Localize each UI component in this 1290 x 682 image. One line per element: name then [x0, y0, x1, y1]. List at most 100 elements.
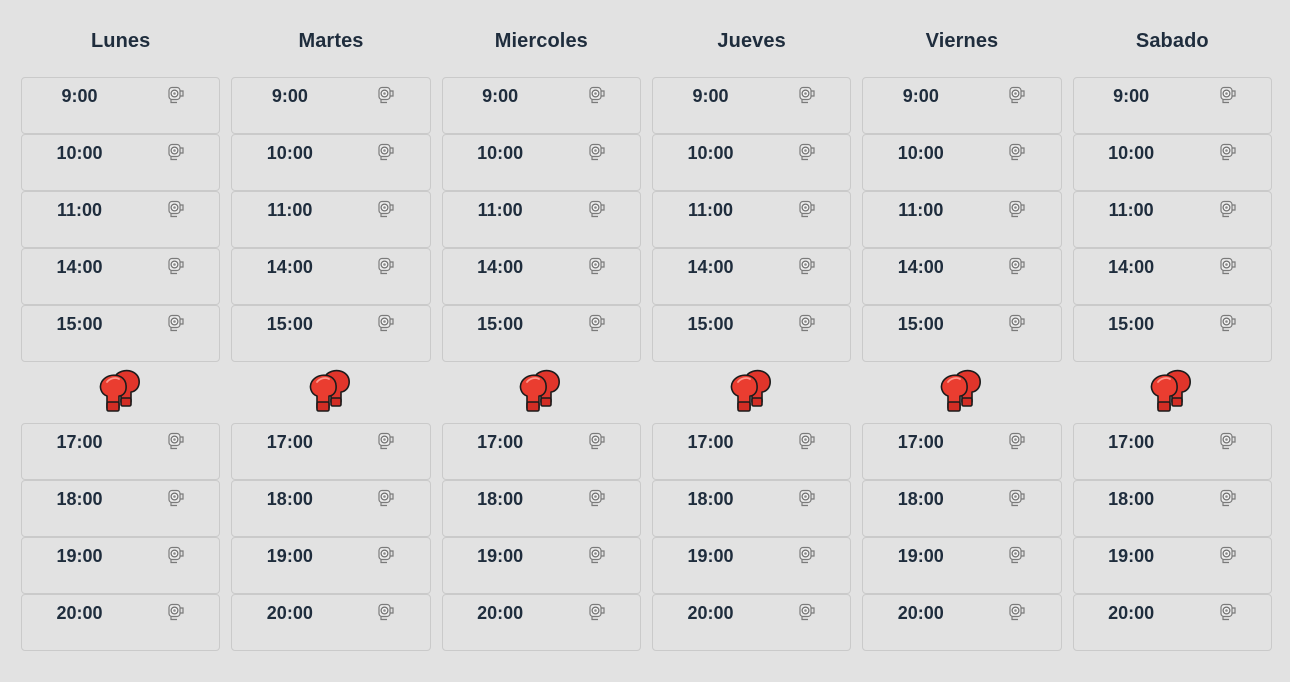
- time-slot[interactable]: 10:00: [651, 134, 852, 191]
- cctv-camera-icon[interactable]: [1007, 488, 1027, 508]
- cctv-camera-icon[interactable]: [166, 431, 186, 451]
- time-slot[interactable]: 17:00: [231, 423, 431, 480]
- time-slot[interactable]: 17:00: [651, 423, 852, 480]
- time-slot[interactable]: 10:00: [231, 134, 431, 191]
- cctv-camera-icon[interactable]: [587, 545, 607, 565]
- cctv-camera-icon[interactable]: [587, 199, 607, 219]
- time-slot[interactable]: 18:00: [651, 480, 852, 537]
- time-slot[interactable]: 18:00: [862, 480, 1062, 537]
- cctv-camera-icon[interactable]: [166, 488, 186, 508]
- cctv-camera-icon[interactable]: [587, 488, 607, 508]
- cctv-camera-icon[interactable]: [166, 313, 186, 333]
- time-slot[interactable]: 15:00: [651, 305, 852, 362]
- time-slot[interactable]: 14:00: [21, 248, 221, 305]
- cctv-camera-icon[interactable]: [587, 85, 607, 105]
- cctv-camera-icon[interactable]: [1218, 488, 1238, 508]
- time-slot[interactable]: 9:00: [21, 77, 221, 134]
- time-slot[interactable]: 11:00: [231, 191, 431, 248]
- cctv-camera-icon[interactable]: [587, 142, 607, 162]
- time-slot[interactable]: 9:00: [651, 77, 852, 134]
- time-slot[interactable]: 10:00: [1072, 134, 1272, 191]
- time-slot[interactable]: 14:00: [862, 248, 1062, 305]
- time-slot[interactable]: 19:00: [862, 537, 1062, 594]
- time-slot[interactable]: 11:00: [1072, 191, 1272, 248]
- time-slot[interactable]: 9:00: [862, 77, 1062, 134]
- cctv-camera-icon[interactable]: [1007, 256, 1027, 276]
- cctv-camera-icon[interactable]: [376, 85, 396, 105]
- time-slot[interactable]: 9:00: [231, 77, 431, 134]
- time-slot[interactable]: 9:00: [1072, 77, 1272, 134]
- cctv-camera-icon[interactable]: [1007, 85, 1027, 105]
- time-slot[interactable]: 18:00: [441, 480, 641, 537]
- time-slot[interactable]: 19:00: [651, 537, 852, 594]
- time-slot[interactable]: 20:00: [862, 594, 1062, 651]
- time-slot[interactable]: 11:00: [651, 191, 852, 248]
- time-slot[interactable]: 15:00: [1072, 305, 1272, 362]
- time-slot[interactable]: 19:00: [21, 537, 221, 594]
- time-slot[interactable]: 15:00: [21, 305, 221, 362]
- time-slot[interactable]: 11:00: [21, 191, 221, 248]
- cctv-camera-icon[interactable]: [376, 431, 396, 451]
- time-slot[interactable]: 15:00: [862, 305, 1062, 362]
- time-slot[interactable]: 18:00: [1072, 480, 1272, 537]
- time-slot[interactable]: 17:00: [862, 423, 1062, 480]
- cctv-camera-icon[interactable]: [1218, 431, 1238, 451]
- cctv-camera-icon[interactable]: [1218, 602, 1238, 622]
- cctv-camera-icon[interactable]: [797, 488, 817, 508]
- time-slot[interactable]: 17:00: [441, 423, 641, 480]
- cctv-camera-icon[interactable]: [376, 142, 396, 162]
- cctv-camera-icon[interactable]: [797, 142, 817, 162]
- cctv-camera-icon[interactable]: [587, 313, 607, 333]
- time-slot[interactable]: 17:00: [1072, 423, 1272, 480]
- time-slot[interactable]: 15:00: [231, 305, 431, 362]
- cctv-camera-icon[interactable]: [166, 142, 186, 162]
- time-slot[interactable]: 14:00: [231, 248, 431, 305]
- cctv-camera-icon[interactable]: [166, 602, 186, 622]
- cctv-camera-icon[interactable]: [797, 545, 817, 565]
- time-slot[interactable]: 20:00: [1072, 594, 1272, 651]
- time-slot[interactable]: 18:00: [231, 480, 431, 537]
- time-slot[interactable]: 14:00: [1072, 248, 1272, 305]
- time-slot[interactable]: 10:00: [21, 134, 221, 191]
- cctv-camera-icon[interactable]: [1218, 85, 1238, 105]
- cctv-camera-icon[interactable]: [1007, 313, 1027, 333]
- time-slot[interactable]: 9:00: [441, 77, 641, 134]
- cctv-camera-icon[interactable]: [376, 488, 396, 508]
- cctv-camera-icon[interactable]: [797, 85, 817, 105]
- cctv-camera-icon[interactable]: [1007, 199, 1027, 219]
- time-slot[interactable]: 19:00: [1072, 537, 1272, 594]
- time-slot[interactable]: 14:00: [441, 248, 641, 305]
- cctv-camera-icon[interactable]: [166, 199, 186, 219]
- cctv-camera-icon[interactable]: [1218, 545, 1238, 565]
- cctv-camera-icon[interactable]: [587, 431, 607, 451]
- cctv-camera-icon[interactable]: [797, 313, 817, 333]
- cctv-camera-icon[interactable]: [376, 199, 396, 219]
- cctv-camera-icon[interactable]: [376, 602, 396, 622]
- cctv-camera-icon[interactable]: [1007, 545, 1027, 565]
- cctv-camera-icon[interactable]: [376, 256, 396, 276]
- time-slot[interactable]: 19:00: [441, 537, 641, 594]
- time-slot[interactable]: 20:00: [21, 594, 221, 651]
- time-slot[interactable]: 11:00: [862, 191, 1062, 248]
- cctv-camera-icon[interactable]: [1007, 142, 1027, 162]
- cctv-camera-icon[interactable]: [587, 256, 607, 276]
- time-slot[interactable]: 20:00: [441, 594, 641, 651]
- cctv-camera-icon[interactable]: [166, 85, 186, 105]
- time-slot[interactable]: 11:00: [441, 191, 641, 248]
- cctv-camera-icon[interactable]: [797, 431, 817, 451]
- time-slot[interactable]: 18:00: [21, 480, 221, 537]
- cctv-camera-icon[interactable]: [1007, 431, 1027, 451]
- cctv-camera-icon[interactable]: [166, 256, 186, 276]
- cctv-camera-icon[interactable]: [1007, 602, 1027, 622]
- cctv-camera-icon[interactable]: [376, 313, 396, 333]
- cctv-camera-icon[interactable]: [587, 602, 607, 622]
- cctv-camera-icon[interactable]: [797, 602, 817, 622]
- cctv-camera-icon[interactable]: [1218, 256, 1238, 276]
- time-slot[interactable]: 15:00: [441, 305, 641, 362]
- cctv-camera-icon[interactable]: [376, 545, 396, 565]
- cctv-camera-icon[interactable]: [1218, 142, 1238, 162]
- cctv-camera-icon[interactable]: [166, 545, 186, 565]
- time-slot[interactable]: 20:00: [231, 594, 431, 651]
- time-slot[interactable]: 19:00: [231, 537, 431, 594]
- cctv-camera-icon[interactable]: [1218, 313, 1238, 333]
